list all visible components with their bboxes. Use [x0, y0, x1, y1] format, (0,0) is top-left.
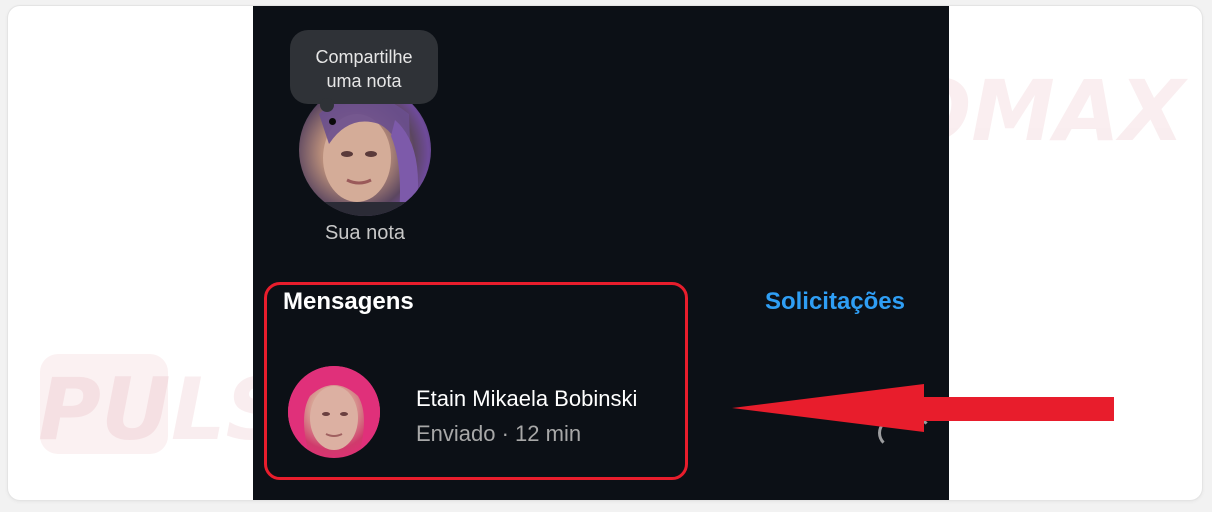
screenshot-card: PULSOMAX PULSOMAX Compartilhe uma nota S…	[8, 6, 1202, 500]
share-note-bubble[interactable]: Compartilhe uma nota	[290, 30, 438, 104]
watermark-badge	[40, 354, 168, 454]
bubble-tail	[320, 98, 334, 112]
bubble-tail-dot	[329, 118, 336, 125]
share-note-line-1: Compartilhe	[315, 47, 413, 67]
requests-link[interactable]: Solicitações	[765, 288, 905, 316]
own-note-label: Sua nota	[324, 222, 406, 244]
annotation-highlight-box	[264, 282, 688, 480]
share-note-line-2: uma nota	[326, 71, 402, 91]
red-left-arrow-icon	[732, 384, 1114, 432]
